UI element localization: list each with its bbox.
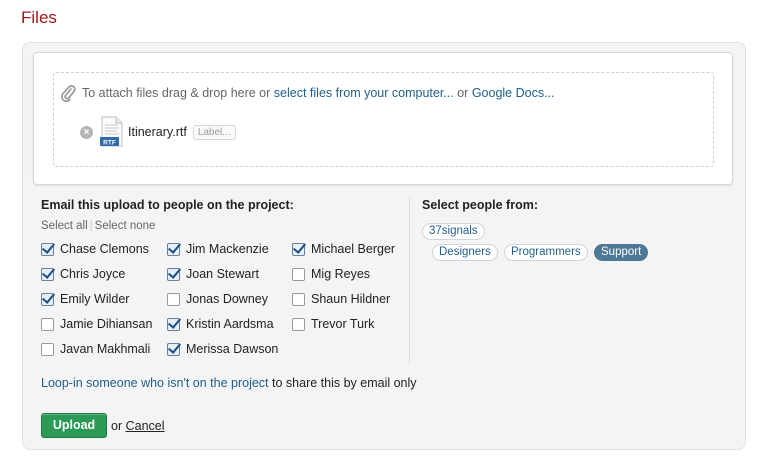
person-name: Joan Stewart — [186, 267, 259, 281]
upload-button[interactable]: Upload — [41, 413, 107, 438]
person-name: Chris Joyce — [60, 267, 126, 281]
person-option[interactable]: Trevor Turk — [292, 315, 374, 333]
select-files-link[interactable]: select files from your computer... — [274, 86, 454, 100]
person-name: Trevor Turk — [311, 317, 375, 331]
person-option[interactable]: Jim Mackenzie — [167, 240, 269, 258]
file-name: Itinerary.rtf — [128, 125, 187, 139]
checkbox[interactable] — [292, 267, 305, 281]
checkbox[interactable] — [292, 242, 305, 256]
paperclip-icon — [61, 85, 76, 102]
person-option[interactable]: Jonas Downey — [167, 290, 268, 308]
checkbox[interactable] — [41, 317, 54, 331]
select-none-link[interactable]: Select none — [95, 220, 156, 232]
checkbox[interactable] — [292, 292, 305, 306]
person-option[interactable]: Merissa Dawson — [167, 340, 278, 358]
page-title: Files — [21, 8, 57, 27]
checkbox[interactable] — [167, 317, 180, 331]
person-name: Javan Makhmali — [60, 342, 151, 356]
person-name: Jamie Dihiansan — [60, 317, 153, 331]
remove-file-icon[interactable]: × — [80, 125, 93, 139]
person-name: Jonas Downey — [186, 292, 268, 306]
google-docs-link[interactable]: Google Docs... — [472, 86, 555, 100]
checkbox[interactable] — [167, 242, 180, 256]
label-button[interactable]: Label... — [192, 124, 236, 140]
group-tag[interactable]: Support — [594, 244, 649, 261]
person-option[interactable]: Mig Reyes — [292, 265, 370, 283]
person-option[interactable]: Shaun Hildner — [292, 290, 390, 308]
checkbox[interactable] — [167, 292, 180, 306]
email-section-heading: Email this upload to people on the proje… — [41, 198, 294, 212]
person-name: Mig Reyes — [311, 267, 371, 281]
person-option[interactable]: Kristin Aardsma — [167, 315, 274, 333]
loop-in-suffix: to share this by email only — [272, 376, 417, 390]
checkbox[interactable] — [41, 292, 54, 306]
select-from-heading: Select people from: — [422, 198, 538, 212]
group-tag[interactable]: Designers — [432, 244, 498, 261]
person-option[interactable]: Michael Berger — [292, 240, 395, 258]
attach-instructions: To attach files drag & drop here or sele… — [60, 84, 555, 102]
loop-in-line: Loop-in someone who isn't on the project… — [41, 376, 417, 390]
person-name: Kristin Aardsma — [186, 317, 274, 331]
rtf-file-icon: RTF — [100, 116, 123, 147]
person-option[interactable]: Javan Makhmali — [41, 340, 150, 358]
file-dropzone[interactable]: To attach files drag & drop here or sele… — [53, 72, 714, 167]
person-name: Merissa Dawson — [186, 342, 279, 356]
select-separator: | — [89, 220, 93, 232]
checkbox[interactable] — [292, 317, 305, 331]
checkbox[interactable] — [167, 342, 180, 356]
attached-file: × RTF Itinerary.rtf Label... — [80, 116, 236, 148]
person-name: Shaun Hildner — [311, 292, 391, 306]
person-name: Jim Mackenzie — [186, 242, 269, 256]
loop-in-link[interactable]: Loop-in someone who isn't on the project — [41, 376, 269, 390]
person-name: Emily Wilder — [60, 292, 130, 306]
person-option[interactable]: Chris Joyce — [41, 265, 125, 283]
file-type-badge: RTF — [103, 139, 116, 146]
select-all-link[interactable]: Select all — [41, 220, 88, 232]
cancel-link[interactable]: Cancel — [126, 419, 165, 433]
checkbox[interactable] — [167, 267, 180, 281]
person-name: Michael Berger — [311, 242, 396, 256]
or-text: or — [111, 419, 123, 433]
attach-or-text: or — [457, 86, 469, 100]
group-tag[interactable]: Programmers — [504, 244, 588, 261]
checkbox[interactable] — [41, 342, 54, 356]
section-divider — [409, 198, 410, 364]
person-option[interactable]: Joan Stewart — [167, 265, 259, 283]
group-tag[interactable]: 37signals — [422, 223, 485, 240]
checkbox[interactable] — [41, 242, 54, 256]
person-option[interactable]: Emily Wilder — [41, 290, 129, 308]
checkbox[interactable] — [41, 267, 54, 281]
person-name: Chase Clemons — [60, 242, 149, 256]
attachment-panel: To attach files drag & drop here or sele… — [33, 52, 733, 185]
cancel-group: or Cancel — [111, 419, 165, 433]
person-option[interactable]: Chase Clemons — [41, 240, 149, 258]
person-option[interactable]: Jamie Dihiansan — [41, 315, 152, 333]
select-links: Select all | Select none — [41, 220, 155, 232]
attach-prefix-text: To attach files drag & drop here or — [82, 86, 271, 100]
